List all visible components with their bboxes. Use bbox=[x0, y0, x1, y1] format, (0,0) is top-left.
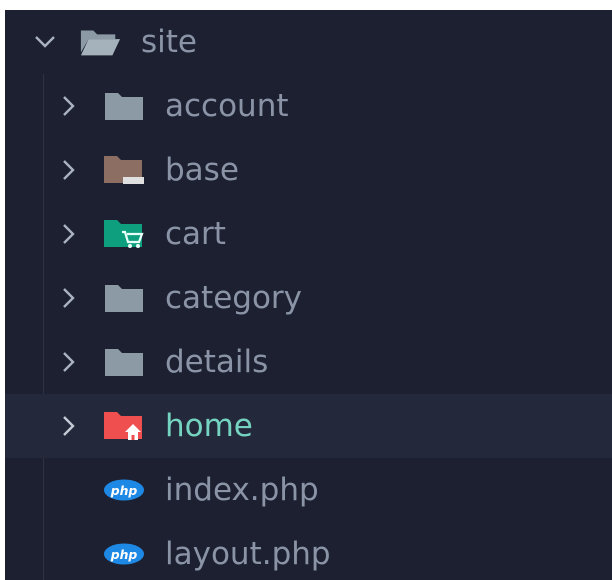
tree-item-index-php[interactable]: php index.php bbox=[5, 458, 612, 522]
chevron-right-icon[interactable] bbox=[57, 158, 81, 182]
php-icon: php bbox=[103, 472, 145, 508]
tree-item-layout-php[interactable]: php layout.php bbox=[5, 522, 612, 580]
tree-item-label: account bbox=[165, 88, 289, 124]
tree-item-category[interactable]: category bbox=[5, 266, 612, 330]
folder-open-icon bbox=[79, 24, 121, 60]
chevron-right-icon[interactable] bbox=[57, 414, 81, 438]
tree-item-label: category bbox=[165, 280, 303, 316]
folder-icon bbox=[103, 344, 145, 380]
tree-item-cart[interactable]: cart bbox=[5, 202, 612, 266]
tree-item-label: base bbox=[165, 152, 239, 188]
tree-item-label: site bbox=[141, 24, 197, 60]
tree-item-home[interactable]: home bbox=[5, 394, 612, 458]
folder-home-icon bbox=[103, 408, 145, 444]
folder-cart-icon bbox=[103, 216, 145, 252]
tree-item-label: home bbox=[165, 408, 253, 444]
tree-item-label: layout.php bbox=[165, 536, 331, 572]
tree-item-account[interactable]: account bbox=[5, 74, 612, 138]
chevron-right-icon[interactable] bbox=[57, 350, 81, 374]
chevron-right-icon[interactable] bbox=[57, 286, 81, 310]
folder-icon bbox=[103, 88, 145, 124]
chevron-down-icon[interactable] bbox=[33, 30, 57, 54]
php-icon: php bbox=[103, 536, 145, 572]
svg-text:php: php bbox=[110, 483, 138, 498]
tree-item-label: details bbox=[165, 344, 269, 380]
tree-item-site[interactable]: site bbox=[5, 10, 612, 74]
tree-item-details[interactable]: details bbox=[5, 330, 612, 394]
tree-item-label: index.php bbox=[165, 472, 319, 508]
folder-icon bbox=[103, 280, 145, 316]
chevron-right-icon[interactable] bbox=[57, 222, 81, 246]
file-explorer: site account base cart category details … bbox=[5, 10, 612, 580]
chevron-right-icon[interactable] bbox=[57, 94, 81, 118]
svg-text:php: php bbox=[110, 547, 138, 562]
tree-item-label: cart bbox=[165, 216, 226, 252]
folder-base-icon bbox=[103, 152, 145, 188]
tree-item-base[interactable]: base bbox=[5, 138, 612, 202]
